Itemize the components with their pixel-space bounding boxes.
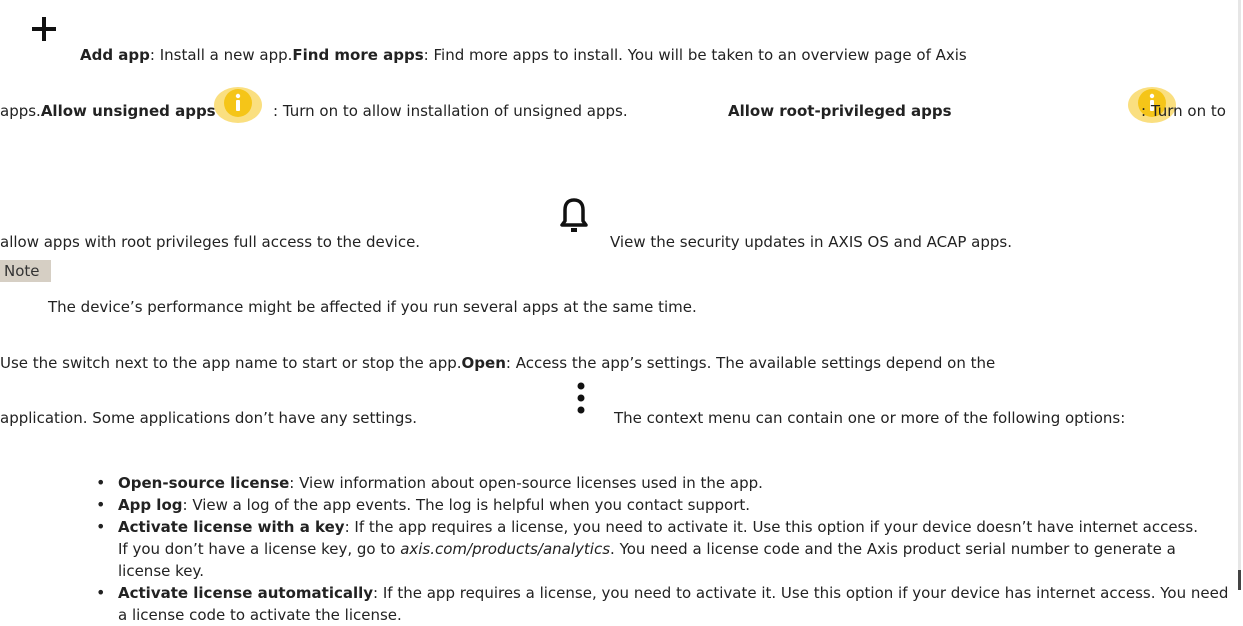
unsigned-apps-desc: : Turn on to allow installation of unsig… — [273, 102, 628, 120]
root-apps-desc: : Turn on to — [1141, 102, 1226, 120]
line-2: apps.Allow unsigned apps — [0, 102, 216, 120]
allow-root-label-wrap: Allow root-privileged apps — [728, 102, 952, 120]
list-item: Activate license automatically: If the a… — [90, 582, 1230, 626]
note-label: Note — [0, 260, 51, 282]
list-item: Activate license with a key: If the app … — [90, 516, 1230, 582]
plus-icon[interactable] — [31, 16, 57, 42]
security-updates-text: View the security updates in AXIS OS and… — [610, 233, 1012, 251]
line-3: allow apps with root privileges full acc… — [0, 233, 421, 251]
analytics-link[interactable]: axis.com/products/analytics — [400, 540, 610, 558]
allow-unsigned-apps-label: Allow unsigned apps — [40, 102, 216, 120]
open-label: Open — [461, 354, 506, 372]
context-menu-options: Open-source license: View information ab… — [90, 472, 1230, 626]
license-key-help: If you don’t have a license key, go to a… — [118, 540, 1176, 580]
info-icon — [214, 87, 262, 123]
note-text: The device’s performance might be affect… — [48, 298, 697, 316]
add-app-label: Add app — [80, 46, 150, 64]
find-more-apps-label: Find more apps — [292, 46, 424, 64]
right-border — [1238, 0, 1241, 590]
vertical-dots-icon[interactable] — [576, 381, 586, 415]
line-5: application. Some applications don’t hav… — [0, 409, 418, 427]
bell-icon[interactable] — [560, 197, 588, 233]
allow-root-apps-label: Allow root-privileged apps — [728, 102, 952, 120]
line-4: Use the switch next to the app name to s… — [0, 354, 996, 372]
line-1: Add app: Install a new app.Find more app… — [80, 46, 967, 64]
list-item: App log: View a log of the app events. T… — [90, 494, 1230, 516]
right-border-end — [1238, 570, 1241, 590]
list-item: Open-source license: View information ab… — [90, 472, 1230, 494]
context-menu-text: The context menu can contain one or more… — [614, 409, 1126, 427]
